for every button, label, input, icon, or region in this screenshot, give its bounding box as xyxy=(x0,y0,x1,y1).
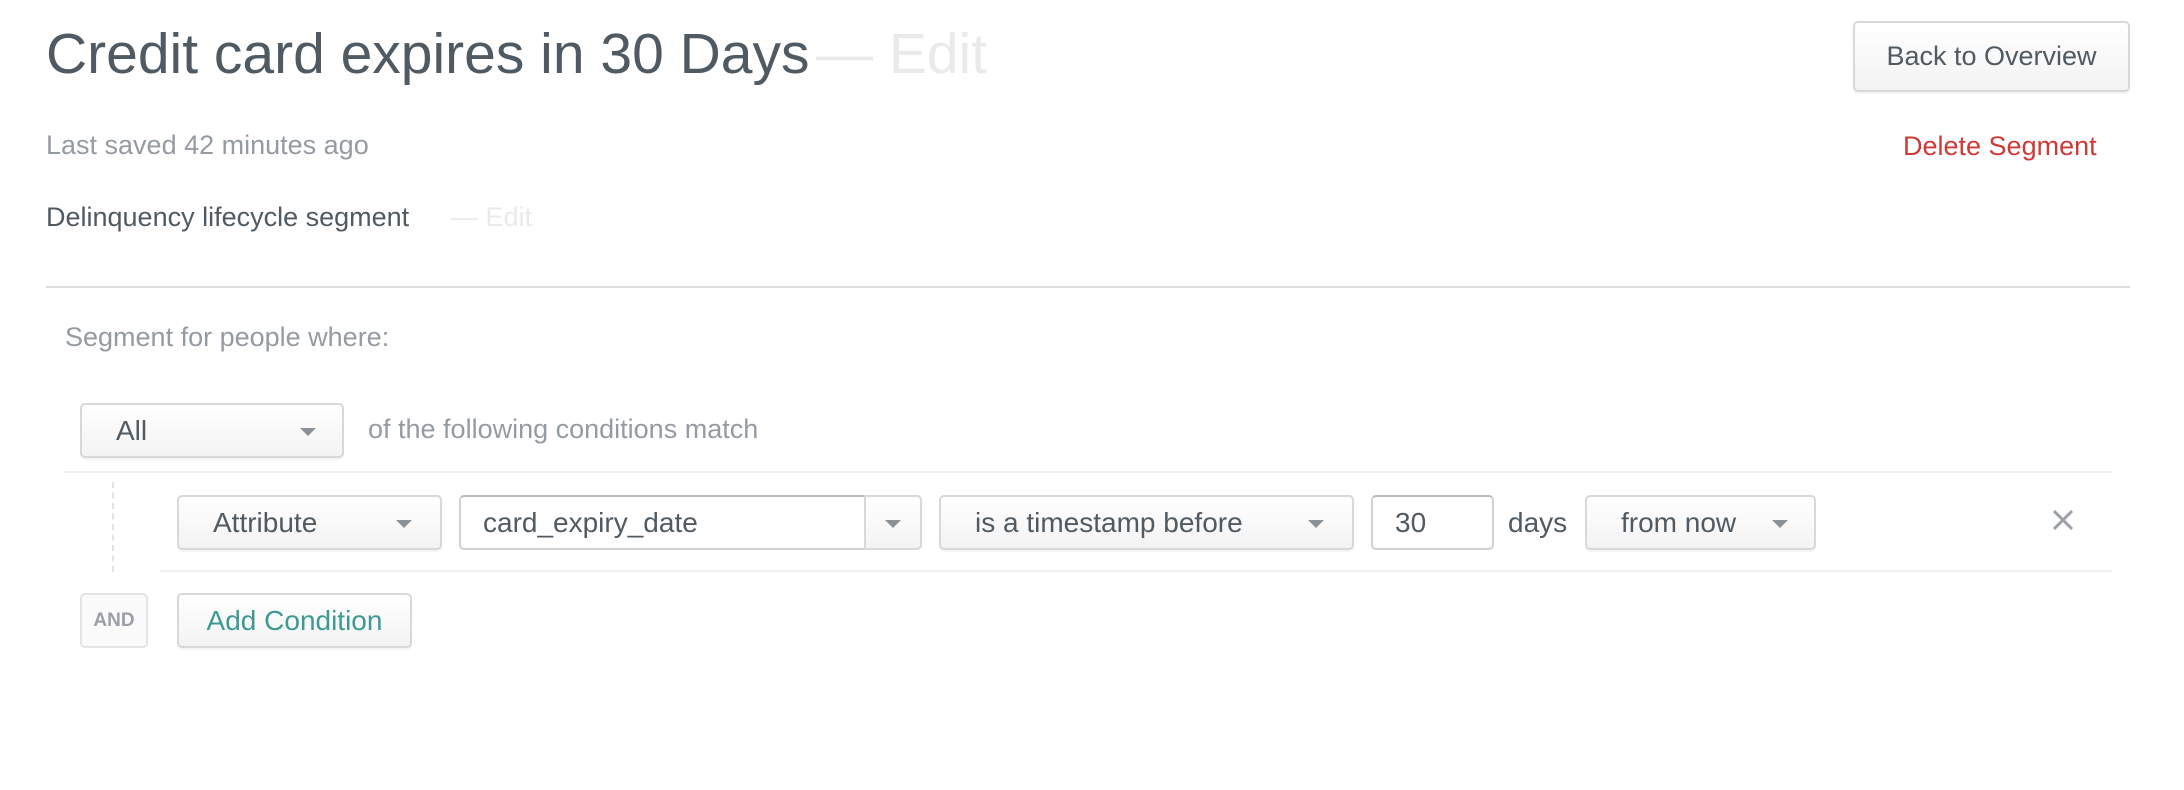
edit-description-link[interactable]: — Edit xyxy=(451,199,532,235)
days-amount-input[interactable] xyxy=(1371,495,1494,550)
attribute-field-combobox xyxy=(459,495,922,550)
close-icon xyxy=(2052,509,2074,531)
segment-intro-label: Segment for people where: xyxy=(65,322,390,352)
attribute-field-dropdown-button[interactable] xyxy=(864,495,922,550)
days-unit-label: days xyxy=(1508,507,1568,538)
condition-connector-line xyxy=(112,482,114,572)
back-to-overview-button[interactable]: Back to Overview xyxy=(1853,21,2130,92)
relative-time-value: from now xyxy=(1621,506,1737,538)
condition-row-top-border xyxy=(64,471,2112,473)
last-saved-status: Last saved 42 minutes ago xyxy=(46,130,369,160)
delete-segment-link[interactable]: Delete Segment xyxy=(1903,128,2097,164)
condition-type-value: Attribute xyxy=(213,506,318,538)
match-mode-value: All xyxy=(116,414,148,446)
edit-title-link[interactable]: — Edit xyxy=(816,14,987,94)
add-condition-button[interactable]: Add Condition xyxy=(177,593,412,648)
chevron-down-icon xyxy=(300,427,316,436)
condition-type-select[interactable]: Attribute xyxy=(177,495,442,550)
match-suffix-label: of the following conditions match xyxy=(368,414,759,444)
condition-row-bottom-border xyxy=(160,570,2112,572)
divider xyxy=(46,286,2130,288)
remove-condition-button[interactable] xyxy=(2048,505,2078,535)
chevron-down-icon xyxy=(885,519,901,528)
chevron-down-icon xyxy=(1772,519,1788,528)
and-badge: AND xyxy=(80,593,148,648)
chevron-down-icon xyxy=(1308,519,1324,528)
attribute-field-input[interactable] xyxy=(459,495,864,550)
operator-select[interactable]: is a timestamp before xyxy=(939,495,1354,550)
relative-time-select[interactable]: from now xyxy=(1585,495,1816,550)
chevron-down-icon xyxy=(396,519,412,528)
match-mode-select[interactable]: All xyxy=(80,403,344,458)
page-title: Credit card expires in 30 Days xyxy=(46,22,810,86)
operator-value: is a timestamp before xyxy=(975,506,1243,538)
segment-description: Delinquency lifecycle segment xyxy=(46,202,410,232)
